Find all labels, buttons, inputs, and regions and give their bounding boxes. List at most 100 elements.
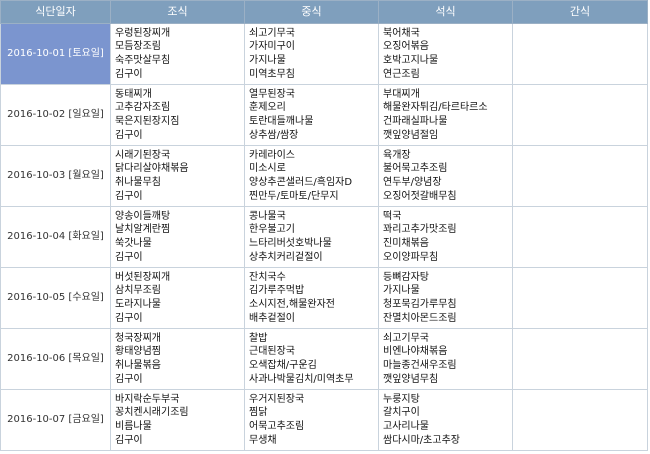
dinner-cell: 누룽지탕 갈치구이 고사리나물 쌈다시마/초고추장 bbox=[378, 389, 513, 451]
menu-item: 근대된장국 bbox=[249, 346, 295, 358]
breakfast-cell: 시래기된장국닭다리살야채볶음취나물무침김구이 bbox=[110, 145, 245, 207]
menu-item: 마늘종건새우조림 bbox=[383, 360, 457, 371]
menu-item: 깻잎양념절임 bbox=[383, 129, 439, 141]
menu-item: 쇠고기무국 bbox=[249, 27, 295, 39]
menu-item: 묵은지된장지짐 bbox=[115, 116, 180, 127]
menu-item: 취나물볶음 bbox=[115, 360, 161, 371]
lunch-cell: 카레라이스 미소시로 양상추콘샐러드/흑임자D 찐만두/토마토/단무지 bbox=[244, 145, 379, 207]
menu-item: 갈치구이 bbox=[383, 407, 420, 419]
menu-item: 가지나물 bbox=[249, 55, 286, 66]
menu-item: 양상추콘샐러드/흑임자D bbox=[249, 177, 353, 188]
header-dinner: 석식 bbox=[378, 0, 513, 24]
date-cell: 2016-10-07 [금요일] bbox=[0, 389, 111, 451]
menu-item: 꽁치켄시래기조림 bbox=[115, 407, 189, 419]
menu-item: 모듬장조림 bbox=[115, 41, 161, 53]
dinner-cell: 등뼈감자탕 가지나물 청포묵김가루무침 잔멸치아몬드조림 bbox=[378, 267, 513, 329]
date-cell: 2016-10-01 [토요일] bbox=[0, 23, 111, 85]
menu-item: 잔멸치아몬드조림 bbox=[383, 312, 457, 324]
menu-item: 호박고지나물 bbox=[383, 55, 439, 66]
breakfast-cell: 동태찌개 고추감자조림 묵은지된장지짐 김구이 bbox=[110, 84, 245, 146]
menu-item: 김구이 bbox=[115, 251, 143, 263]
table-row[interactable]: 2016-10-04 [화요일] 양송이들깨탕 날치알계란찜 쑥갓나물 김구이 콩나물국 한… bbox=[0, 206, 648, 268]
menu-item: 상추쌈/쌈장 bbox=[249, 129, 299, 141]
table-row[interactable]: 2016-10-02 [일요일] 동태찌개 고추감자조림 묵은지된장지짐 김구이 열무된장… bbox=[0, 84, 648, 146]
date-cell: 2016-10-02 [일요일] bbox=[0, 84, 111, 146]
menu-item: 취나물무침 bbox=[115, 177, 161, 188]
table-row[interactable]: 2016-10-05 [수요일] 버섯된장찌개 삼치무조림 도라지나물 김구이 잔치국수김… bbox=[0, 267, 648, 329]
menu-item: 연두부/양념장 bbox=[383, 177, 442, 188]
snack-cell bbox=[512, 23, 648, 85]
dinner-cell: 쇠고기무국 비엔나야채볶음 마늘종건새우조림 깻잎양념무침 bbox=[378, 328, 513, 390]
snack-cell bbox=[512, 267, 648, 329]
menu-item: 청국장찌개 bbox=[115, 332, 161, 344]
dinner-cell: 떡국 꽈리고추가맛조림 진미채볶음 오이양파무침 bbox=[378, 206, 513, 268]
menu-item: 열무된장국 bbox=[249, 88, 295, 100]
menu-item: 오징어젓갈배무침 bbox=[383, 190, 457, 202]
menu-item: 비름나물 bbox=[115, 421, 152, 432]
menu-item: 꽈리고추가맛조림 bbox=[383, 224, 457, 236]
lunch-cell: 콩나물국한우불고기느타리버섯호박나물상추치커리겉절이 bbox=[244, 206, 379, 268]
menu-item: 양송이들깨탕 bbox=[115, 210, 171, 222]
menu-item: 미소시로 bbox=[249, 163, 286, 175]
menu-item: 오징어볶음 bbox=[383, 41, 429, 53]
menu-item: 닭다리살야채볶음 bbox=[115, 163, 189, 175]
table-row[interactable]: 2016-10-07 [금요일] 바지락순두부국 꽁치켄시래기조림 비름나물 김구이 우거… bbox=[0, 389, 648, 451]
menu-item: 바지락순두부국 bbox=[115, 393, 180, 405]
menu-item: 사과나박물김치/미역초무 bbox=[249, 373, 354, 385]
menu-item: 카레라이스 bbox=[249, 149, 295, 161]
menu-item: 숙주맛살무침 bbox=[115, 55, 171, 66]
menu-item: 쌈다시마/초고추장 bbox=[383, 434, 460, 446]
snack-cell bbox=[512, 389, 648, 451]
table-row[interactable]: 2016-10-06 [목요일] 청국장찌개 황태양념찜 취나물볶음 김구이 찰밥 근대된장… bbox=[0, 328, 648, 390]
menu-item: 시래기된장국 bbox=[115, 149, 171, 161]
menu-item: 미역초무침 bbox=[249, 68, 295, 80]
menu-item: 김구이 bbox=[115, 129, 143, 141]
lunch-cell: 우거지된장국 찜닭 어묵고추조림 무생채 bbox=[244, 389, 379, 451]
lunch-cell: 찰밥 근대된장국 오색잡채/구운김 사과나박물김치/미역초무 bbox=[244, 328, 379, 390]
menu-item: 김구이 bbox=[115, 68, 143, 80]
menu-item: 찜닭 bbox=[249, 407, 268, 419]
date-cell: 2016-10-05 [수요일] bbox=[0, 267, 111, 329]
table-row[interactable]: 2016-10-03 [월요일] 시래기된장국 닭다리살야채볶음 취나물무침 김구이 카레… bbox=[0, 145, 648, 207]
menu-item: 고추감자조림 bbox=[115, 102, 171, 114]
menu-item: 김구이 bbox=[115, 312, 143, 324]
menu-item: 오이양파무침 bbox=[383, 251, 439, 263]
menu-item: 비엔나야채볶음 bbox=[383, 346, 448, 358]
snack-cell bbox=[512, 84, 648, 146]
menu-item: 해물완자튀김/타르타르소 bbox=[383, 102, 488, 114]
menu-item: 김구이 bbox=[115, 434, 143, 446]
menu-item: 청포묵김가루무침 bbox=[383, 299, 457, 310]
breakfast-cell: 버섯된장찌개 삼치무조림 도라지나물 김구이 bbox=[110, 267, 245, 329]
lunch-cell: 쇠고기무국가자미구이가지나물미역초무침 bbox=[244, 23, 379, 85]
menu-item: 김구이 bbox=[115, 373, 143, 385]
menu-item: 가자미구이 bbox=[249, 41, 295, 53]
menu-item: 김구이 bbox=[115, 190, 143, 202]
menu-item: 우거지된장국 bbox=[249, 393, 305, 405]
date-cell: 2016-10-06 [목요일] bbox=[0, 328, 111, 390]
menu-item: 어묵고추조림 bbox=[249, 421, 305, 432]
menu-item: 잔치국수 bbox=[249, 271, 286, 283]
meal-menu-table: 식단일자 조식 중식 석식 간식 2016-10-01 [토요일] 우렁된장찌개 모… bbox=[0, 0, 648, 451]
menu-item: 부대찌개 bbox=[383, 88, 420, 100]
menu-item: 콩나물국 bbox=[249, 210, 286, 222]
breakfast-cell: 바지락순두부국꽁치켄시래기조림비름나물김구이 bbox=[110, 389, 245, 451]
menu-item: 오색잡채/구운김 bbox=[249, 360, 317, 371]
dinner-cell: 부대찌개 해물완자튀김/타르타르소 건파래실파나물 깻잎양념절임 bbox=[378, 84, 513, 146]
menu-item: 육개장 bbox=[383, 149, 411, 161]
menu-item: 불어묵고추조림 bbox=[383, 163, 448, 175]
menu-item: 느타리버섯호박나물 bbox=[249, 238, 332, 249]
menu-item: 삼치무조림 bbox=[115, 285, 161, 297]
menu-item: 한우불고기 bbox=[249, 224, 295, 236]
snack-cell bbox=[512, 206, 648, 268]
header-date: 식단일자 bbox=[0, 0, 111, 24]
menu-item: 상추치커리겉절이 bbox=[249, 251, 323, 263]
header-breakfast: 조식 bbox=[110, 0, 245, 24]
menu-item: 누룽지탕 bbox=[383, 393, 420, 405]
table-row[interactable]: 2016-10-01 [토요일] 우렁된장찌개 모듬장조림 숙주맛살무침 김구이 쇠고기무… bbox=[0, 23, 648, 85]
menu-item: 등뼈감자탕 bbox=[383, 271, 429, 283]
breakfast-cell: 우렁된장찌개 모듬장조림 숙주맛살무침 김구이 bbox=[110, 23, 245, 85]
date-cell: 2016-10-04 [화요일] bbox=[0, 206, 111, 268]
menu-item: 북어채국 bbox=[383, 27, 420, 39]
menu-item: 깻잎양념무침 bbox=[383, 373, 439, 385]
menu-item: 배추겉절이 bbox=[249, 312, 295, 324]
